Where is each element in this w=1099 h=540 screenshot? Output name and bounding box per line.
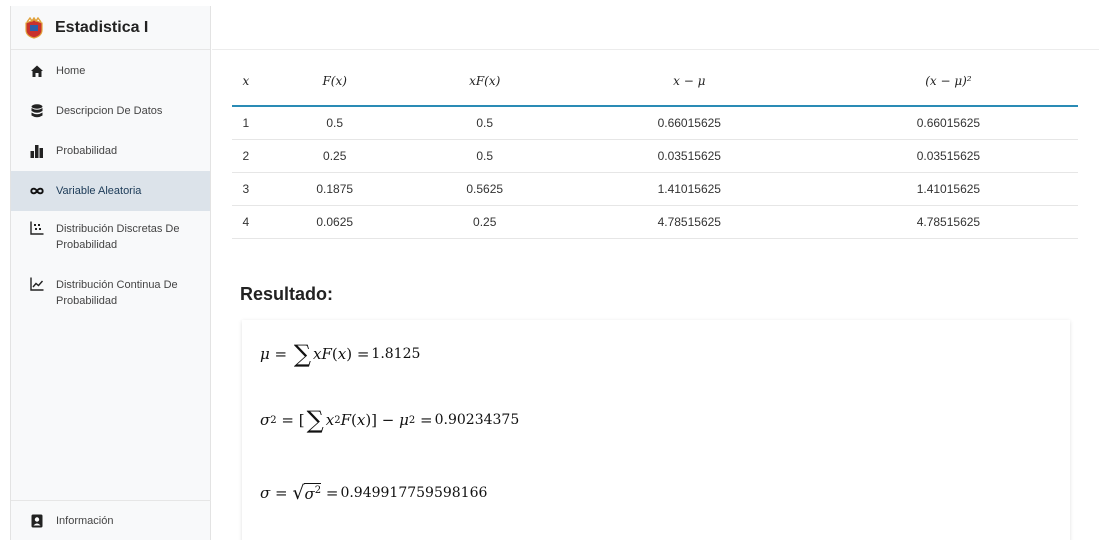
main-content: x F(x) xF(x) x − μ (x − μ)² 1 0.5 0.5 0.… xyxy=(212,6,1099,540)
table-cell: 0.5 xyxy=(409,106,560,140)
variance-formula: σ2 = [∑ x 2 F(x)] − μ2 = 0.90234375 xyxy=(260,406,520,434)
table-cell: 0.25 xyxy=(409,205,560,239)
bar-chart-icon xyxy=(30,144,44,158)
line-chart-icon xyxy=(30,277,44,291)
table-cell: 1.41015625 xyxy=(559,172,819,206)
std-value: 0.949917759598166 xyxy=(340,485,488,501)
table-cell: 4.78515625 xyxy=(559,205,819,239)
sidebar-item-label: Descripcion De Datos xyxy=(56,105,163,117)
random-variable-table: x F(x) xF(x) x − μ (x − μ)² 1 0.5 0.5 0.… xyxy=(232,56,1078,239)
table-cell: 0.1875 xyxy=(259,172,410,206)
sidebar: Estadistica I Home Descripcion De Datos … xyxy=(10,6,211,540)
column-header-x: x xyxy=(232,56,260,107)
column-header-x-minus-mu: x − μ xyxy=(559,56,819,107)
app-title: Estadistica I xyxy=(55,18,149,36)
scatter-icon xyxy=(30,221,44,235)
top-bar xyxy=(212,6,1099,50)
column-header-x-minus-mu-squared: (x − μ)² xyxy=(818,56,1078,107)
table-cell: 0.66015625 xyxy=(559,106,819,140)
sidebar-item-descripcion[interactable]: Descripcion De Datos xyxy=(11,91,210,131)
table-cell: 1 xyxy=(232,106,260,140)
table-cell: 0.5625 xyxy=(409,172,560,206)
result-heading: Resultado: xyxy=(240,284,334,304)
table-header-row: x F(x) xF(x) x − μ (x − μ)² xyxy=(232,56,1078,107)
table-row: 3 0.1875 0.5625 1.41015625 1.41015625 xyxy=(232,172,1078,206)
contact-icon xyxy=(30,514,44,528)
sidebar-item-label: Variable Aleatoria xyxy=(56,185,142,197)
brand[interactable]: Estadistica I xyxy=(11,6,210,50)
std-formula: σ = √ σ2 = 0.949917759598166 xyxy=(260,482,488,504)
sidebar-item-informacion[interactable]: Información xyxy=(11,500,211,540)
table-cell: 0.03515625 xyxy=(559,139,819,173)
table-cell: 2 xyxy=(232,139,260,173)
table-cell: 0.5 xyxy=(409,139,560,173)
sidebar-item-home[interactable]: Home xyxy=(11,51,210,91)
sidebar-item-probabilidad[interactable]: Probabilidad xyxy=(11,131,210,171)
logo-icon xyxy=(25,16,43,39)
sidebar-item-variable-aleatoria[interactable]: Variable Aleatoria xyxy=(11,171,210,211)
column-header-fx: F(x) xyxy=(259,56,410,107)
infinity-icon xyxy=(30,184,44,198)
sidebar-footer-label: Información xyxy=(56,514,114,527)
table-cell: 1.41015625 xyxy=(818,172,1078,206)
table-row: 2 0.25 0.5 0.03515625 0.03515625 xyxy=(232,139,1078,173)
sidebar-item-label: Distribución Discretas De Probabilidad xyxy=(56,223,180,251)
table-cell: 3 xyxy=(232,172,260,206)
sidebar-item-label: Distribución Continua De Probabilidad xyxy=(56,279,178,307)
table-row: 1 0.5 0.5 0.66015625 0.66015625 xyxy=(232,106,1078,140)
table-cell: 0.5 xyxy=(259,106,410,140)
sidebar-item-label: Home xyxy=(56,65,86,77)
table-cell: 0.0625 xyxy=(259,205,410,239)
result-card: μ = ∑ xF(x) = 1.8125 σ2 = [∑ x 2 F(x)] − μ2 =… xyxy=(242,320,1070,540)
mean-value: 1.8125 xyxy=(371,346,421,362)
table-cell: 0.25 xyxy=(259,139,410,173)
table-row: 4 0.0625 0.25 4.78515625 4.78515625 xyxy=(232,205,1078,239)
table-cell: 0.03515625 xyxy=(818,139,1078,173)
home-icon xyxy=(30,64,44,78)
database-icon xyxy=(30,104,44,118)
table-cell: 0.66015625 xyxy=(818,106,1078,140)
sidebar-item-distribucion-continua[interactable]: Distribución Continua De Probabilidad xyxy=(11,271,210,331)
table-cell: 4.78515625 xyxy=(818,205,1078,239)
sidebar-nav: Home Descripcion De Datos Probabilidad V… xyxy=(11,51,210,331)
column-header-xfx: xF(x) xyxy=(409,56,560,107)
sidebar-item-distribucion-discretas[interactable]: Distribución Discretas De Probabilidad xyxy=(11,211,210,271)
variance-value: 0.90234375 xyxy=(434,412,520,428)
sidebar-item-label: Probabilidad xyxy=(56,145,118,157)
table-cell: 4 xyxy=(232,205,260,239)
mean-formula: μ = ∑ xF(x) = 1.8125 xyxy=(260,340,421,368)
